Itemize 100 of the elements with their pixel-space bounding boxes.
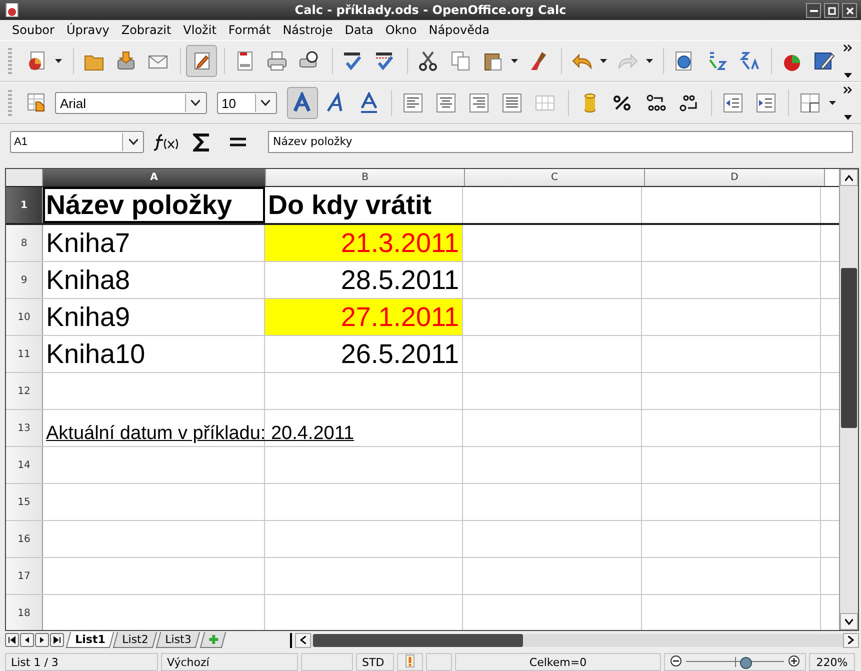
table-cell: 26.5.2011 xyxy=(265,336,463,372)
toolbar-grip[interactable] xyxy=(8,48,12,74)
sheet-tab[interactable]: List1 xyxy=(66,632,114,648)
selection-mode: STD xyxy=(356,653,394,671)
column-header[interactable]: D xyxy=(645,169,825,186)
toolbar-overflow-icon[interactable] xyxy=(842,43,855,79)
scissors-icon xyxy=(417,50,440,72)
scroll-up-button[interactable] xyxy=(840,169,858,186)
bold-icon xyxy=(291,92,314,114)
menu-item[interactable]: Nástroje xyxy=(276,23,339,37)
add-sheet-button[interactable] xyxy=(200,632,226,648)
dropdown-arrow-icon[interactable] xyxy=(828,101,838,105)
sort-descending-icon xyxy=(738,50,760,72)
scroll-down-button[interactable] xyxy=(840,613,858,630)
caret-right-icon xyxy=(848,636,854,644)
bold-button[interactable] xyxy=(286,87,318,119)
dropdown-arrow-icon[interactable] xyxy=(598,59,608,63)
highlighted-cell: 21.3.2011 xyxy=(265,225,463,261)
align-center-icon xyxy=(434,92,457,114)
row-header[interactable]: 16 xyxy=(6,521,43,557)
menu-item[interactable]: Zobrazit xyxy=(115,23,178,37)
row-header[interactable]: 12 xyxy=(6,373,43,409)
align-right-icon xyxy=(468,92,490,114)
cell-text: Kniha9 xyxy=(46,302,130,332)
sheet-tab[interactable]: List2 xyxy=(113,632,158,648)
dropdown-arrow-icon[interactable] xyxy=(644,59,654,63)
menu-item[interactable]: Nápověda xyxy=(422,23,496,37)
scroll-left-button[interactable] xyxy=(294,632,311,648)
menu-item[interactable]: Vložit xyxy=(177,23,222,37)
first-sheet-button[interactable] xyxy=(5,633,19,647)
zoom-slider-thumb[interactable] xyxy=(740,657,752,669)
close-button[interactable] xyxy=(842,3,857,18)
font-name-field[interactable]: Arial xyxy=(55,92,207,114)
sum-display: Celkem=0 xyxy=(455,653,661,671)
align-left-icon xyxy=(402,92,424,114)
cell-text: Do kdy vrátit xyxy=(268,190,432,220)
document-modified-icon xyxy=(405,654,415,670)
previous-sheet-button[interactable] xyxy=(20,633,34,647)
auto-spellcheck-icon xyxy=(374,50,396,72)
menu-item[interactable]: Data xyxy=(338,23,380,37)
menu-item[interactable]: Formát xyxy=(222,23,277,37)
caret-down-icon xyxy=(128,139,138,145)
vertical-scrollbar-thumb[interactable] xyxy=(841,268,857,428)
cell-text: Aktuální datum v příkladu: 20.4.2011 xyxy=(46,423,354,445)
maximize-button[interactable] xyxy=(824,3,839,18)
caret-up-icon xyxy=(845,174,853,180)
decrease-indent-icon xyxy=(722,92,744,114)
row-header[interactable]: 10 xyxy=(6,299,43,335)
row-header[interactable]: 9 xyxy=(6,262,43,298)
caret-down-icon xyxy=(261,100,270,106)
row-header[interactable]: 14 xyxy=(6,447,43,483)
status-panel xyxy=(426,653,452,671)
menu-item[interactable]: Soubor xyxy=(6,23,60,37)
app-icon xyxy=(5,3,19,17)
cell-text: Kniha10 xyxy=(46,338,146,370)
menu-item[interactable]: Okno xyxy=(379,23,423,37)
row-header[interactable]: 17 xyxy=(6,558,43,594)
zoom-in-icon[interactable] xyxy=(788,654,800,670)
font-size-field[interactable]: 10 xyxy=(216,92,277,114)
table-cell: 28.5.2011 xyxy=(265,262,463,298)
column-header[interactable]: A xyxy=(43,169,266,186)
name-box-field[interactable]: A1 xyxy=(10,131,144,153)
menu-item[interactable]: Úpravy xyxy=(60,23,116,37)
row-header[interactable]: 8 xyxy=(6,225,43,261)
borders-icon xyxy=(799,92,822,114)
row-header[interactable]: 13 xyxy=(6,410,43,446)
column-header[interactable]: C xyxy=(465,169,645,186)
dropdown-arrow-icon[interactable] xyxy=(510,59,520,63)
row-header[interactable]: 1 xyxy=(6,187,43,223)
scroll-right-button[interactable] xyxy=(843,632,859,648)
row-header[interactable]: 15 xyxy=(6,484,43,520)
column-header[interactable]: B xyxy=(266,169,465,186)
dropdown-arrow-icon[interactable] xyxy=(54,59,64,63)
toolbar-overflow-icon[interactable] xyxy=(841,85,855,121)
plus-icon xyxy=(207,634,218,645)
skip-back-icon xyxy=(8,636,16,644)
next-sheet-button[interactable] xyxy=(35,633,49,647)
copy-icon xyxy=(450,50,472,72)
caret-down-icon xyxy=(845,618,853,624)
cell-text: Kniha8 xyxy=(46,264,130,296)
cell-text: Název položky xyxy=(46,190,232,220)
save-icon xyxy=(114,50,137,72)
last-sheet-button[interactable] xyxy=(50,633,64,647)
horizontal-scrollbar-thumb[interactable] xyxy=(312,634,523,646)
edit-button[interactable] xyxy=(186,45,217,77)
toolbar-grip[interactable] xyxy=(8,90,12,116)
triangle-left-icon xyxy=(23,636,31,644)
skip-forward-icon xyxy=(53,636,61,644)
formula-input-field[interactable]: Název položky xyxy=(268,131,853,153)
justify-icon xyxy=(501,92,524,114)
spellcheck-icon xyxy=(342,50,364,72)
minimize-icon xyxy=(810,10,818,12)
close-icon xyxy=(846,6,854,14)
row-header[interactable]: 11 xyxy=(6,336,43,372)
sheet-tab[interactable]: List3 xyxy=(156,632,201,648)
increase-indent-icon xyxy=(754,92,777,114)
row-header[interactable]: 18 xyxy=(6,595,43,630)
minimize-button[interactable] xyxy=(806,3,821,18)
sheet-indicator: List 1 / 3 xyxy=(5,653,158,671)
zoom-out-icon[interactable] xyxy=(670,654,682,670)
